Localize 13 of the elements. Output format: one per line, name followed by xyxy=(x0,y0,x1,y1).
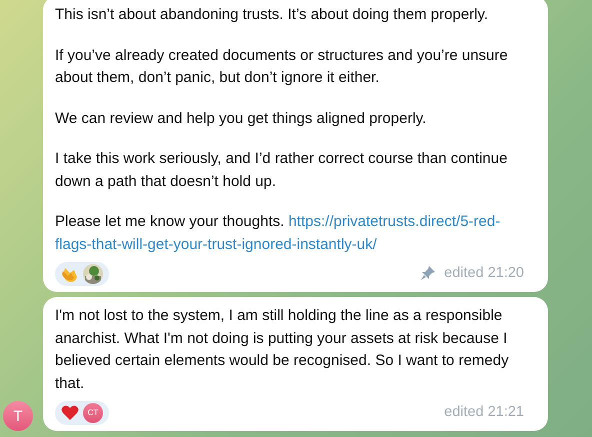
message-text: I'm not lost to the system, I am still holding the line as a responsible anarchist. What I'm not doing is putting your assets at risk because I believed certain elements would be recognised. So I want to remedy that. xyxy=(55,306,510,394)
message-text: This isn’t about abandoning trusts. It’s about doing them properly. xyxy=(55,5,490,25)
reactions[interactable] xyxy=(55,262,109,286)
reactions[interactable]: CT xyxy=(55,401,109,425)
message-text: If you’ve already created documents or structures and you’re unsure about them, don’t panic, but don’t ignore it either. xyxy=(55,46,509,88)
avatar: CT xyxy=(83,403,103,423)
message-text: We can review and help you get things aligned properly. xyxy=(55,108,428,128)
message-text: Please let me know your thoughts. https://privatetrusts.direct/5-red-flags-that-will-get-your-trust-ignored-instantly-uk/ xyxy=(55,212,502,254)
heart-icon xyxy=(60,403,80,423)
avatar[interactable]: T xyxy=(3,401,33,431)
edited-time: edited 21:20 xyxy=(444,264,524,282)
message-text: I take this work seriously, and I’d rather correct course than continue down a path that doesn’t hold up. xyxy=(55,149,508,192)
edited-time: edited 21:21 xyxy=(444,402,524,422)
